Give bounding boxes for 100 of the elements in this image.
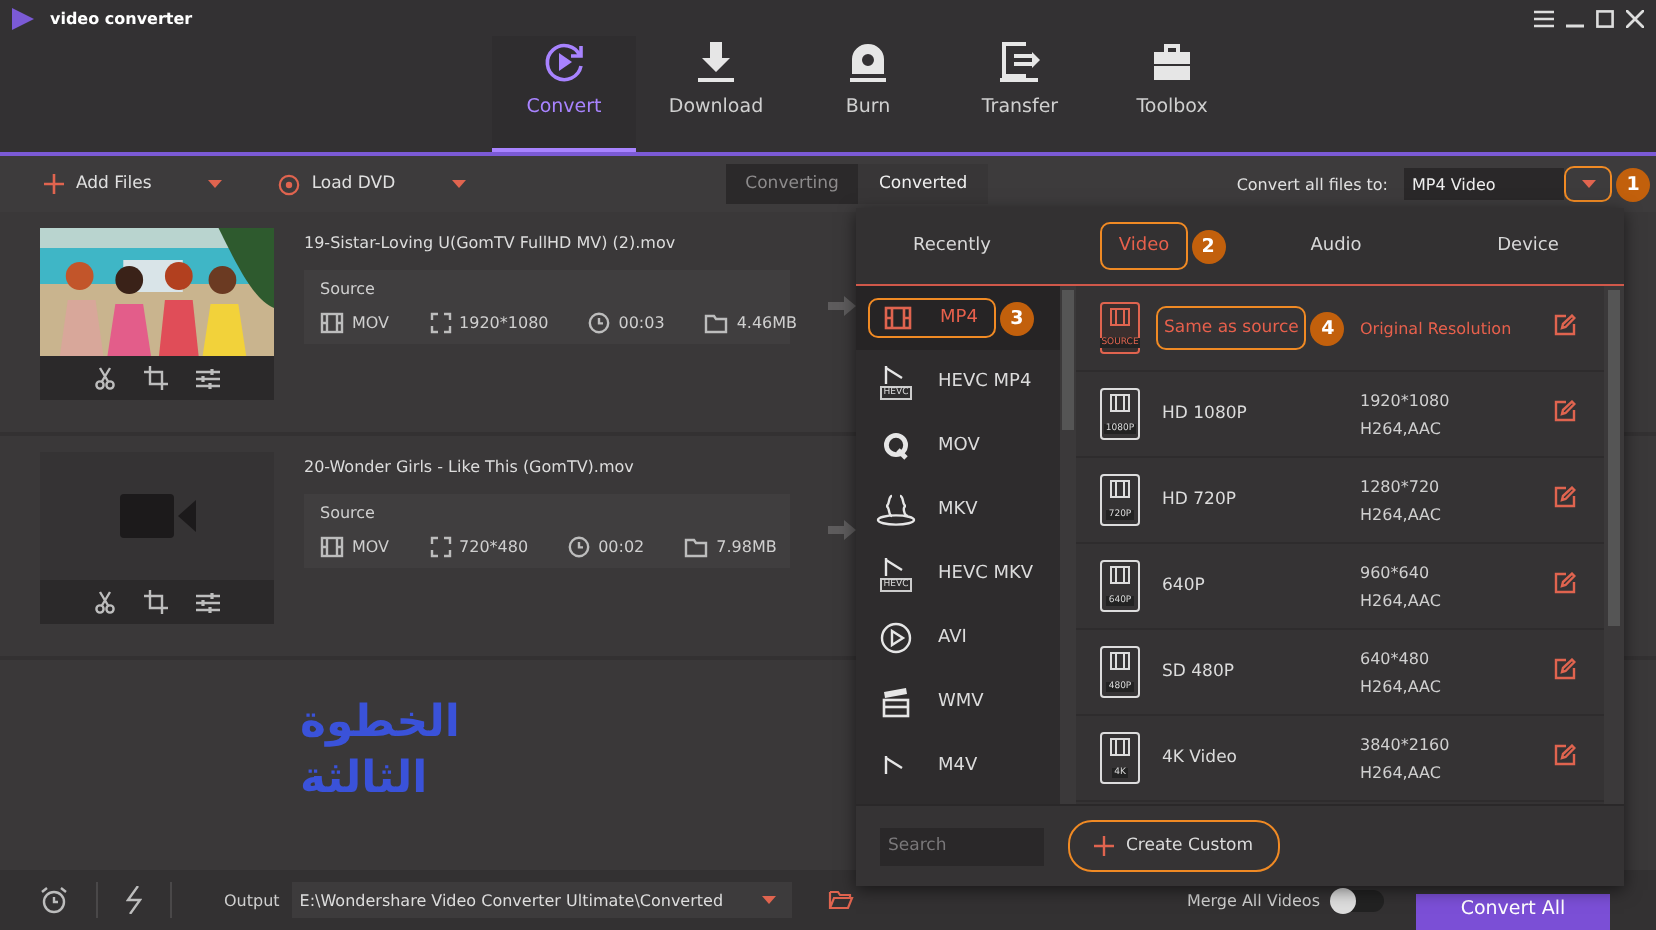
plus-icon [44,174,64,194]
resolution-icon [429,312,452,334]
clock-icon [568,536,591,558]
category-label: AVI [938,628,967,648]
lightning-icon[interactable] [126,886,142,914]
resolution-icon [429,536,452,558]
nav-tab[interactable]: Transfer [948,36,1092,148]
maximize-icon[interactable] [1596,9,1614,27]
category-label: MOV [938,436,980,456]
preset-name: SD 480P [1160,660,1236,686]
mkv-icon [874,494,918,526]
format-category[interactable]: MOV [856,414,1060,478]
arrow-icon [828,296,856,316]
edit-icon[interactable] [1554,314,1576,336]
toolbox-icon [1150,40,1194,84]
format-tab[interactable]: Recently [897,224,1007,268]
step-badge: 3 [999,301,1034,335]
preset-detail: H264,AAC [1360,677,1443,695]
caret-icon [1581,180,1595,188]
caption-text: الثالثة [300,752,430,808]
dropdown-icon [761,896,776,904]
settings-icon[interactable] [196,367,220,389]
duration-text: 00:03 [618,314,665,332]
folder-icon [684,537,709,557]
merge-label: Merge All Videos [1186,891,1320,909]
preset-detail: 3840*2160 [1360,735,1452,753]
create-custom-button[interactable]: Create Custom [1068,820,1280,872]
convert-icon [542,40,586,84]
folder-icon[interactable] [827,890,854,910]
film-icon [320,312,344,334]
format-category[interactable]: WMV [856,670,1060,734]
close-icon[interactable] [1626,9,1644,27]
scissors-icon[interactable] [94,366,116,390]
source-label: Source [320,504,377,522]
output-path-field[interactable]: E:\Wondershare Video Converter Ultimate\Converted [291,882,792,918]
logo-icon [12,7,34,29]
preset-detail: H264,AAC [1360,763,1443,781]
step-badge: 2 [1191,229,1226,263]
preset-detail: H264,AAC [1360,419,1443,437]
category-label: WMV [938,692,984,712]
scissors-icon[interactable] [94,590,116,614]
edit-icon[interactable] [1554,400,1576,422]
category-label: MP4 [940,308,978,328]
category-label: M4V [938,756,978,776]
preset-detail: 640*480 [1360,649,1432,667]
merge-toggle[interactable] [1332,889,1384,911]
format-tab[interactable]: Audio [1294,224,1378,268]
convert-all-button[interactable]: Convert All [1416,894,1610,930]
preset-detail: 1280*720 [1360,477,1442,495]
disc-icon [277,173,300,195]
source-label: Source [320,280,377,298]
crop-icon[interactable] [144,590,168,614]
step-badge: 1 [1616,167,1650,201]
menu-icon[interactable] [1534,9,1554,27]
nav-tab[interactable]: Toolbox [1100,36,1244,148]
edit-icon[interactable] [1554,486,1576,508]
edit-icon[interactable] [1554,744,1576,766]
caption-text: الخطوة [300,696,462,752]
format-tab[interactable]: Device [1481,224,1575,268]
preset-detail: H264,AAC [1360,505,1443,523]
preset-name: HD 720P [1160,488,1238,514]
add-files-button[interactable]: Add Files [44,174,152,194]
format-category[interactable]: M4V [856,734,1060,798]
load-dvd-button[interactable]: Load DVD [277,173,396,195]
duration-text: 00:02 [598,538,645,556]
format-category[interactable]: AVI [856,606,1060,670]
nav-tab[interactable]: Burn [796,36,940,148]
preset-detail: Original Resolution [1360,319,1514,337]
format-category[interactable]: MKV [856,478,1060,542]
category-label: HEVC MP4 [938,372,1032,392]
preset-detail: H264,AAC [1360,591,1443,609]
format-field[interactable]: MP4 Video [1404,168,1564,200]
preset-name: 640P [1160,574,1207,600]
dropdown-icon [451,180,466,188]
folder-icon [704,313,729,333]
category-label: HEVC MKV [938,564,1034,584]
convert-all-label: Convert all files to: [1236,175,1388,193]
nav-tab[interactable]: Convert [492,36,636,152]
nav-tab[interactable]: Download [644,36,788,148]
settings-icon[interactable] [196,591,220,613]
file-name: 20-Wonder Girls - Like This (GomTV).mov [304,458,636,476]
resolution-text: 1920*1080 [459,314,549,332]
film-icon [320,536,344,558]
video-camera-icon [119,494,195,538]
preset-detail: 960*640 [1360,563,1432,581]
format-text: MOV [352,314,390,332]
download-icon [696,40,736,84]
format-text: MOV [352,538,390,556]
edit-icon[interactable] [1554,572,1576,594]
segment-tab[interactable]: Converted [858,164,988,204]
format-category[interactable]: MP4 3 [856,286,1060,350]
alarm-clock-icon[interactable] [40,886,68,914]
crop-icon[interactable] [144,366,168,390]
arrow-icon [828,520,856,540]
edit-icon[interactable] [1554,658,1576,680]
size-text: 7.98MB [716,538,777,556]
search-field[interactable]: Search [880,827,1044,865]
preset-detail: 1920*1080 [1360,391,1452,409]
size-text: 4.46MB [736,314,798,332]
transfer-icon [998,40,1042,84]
